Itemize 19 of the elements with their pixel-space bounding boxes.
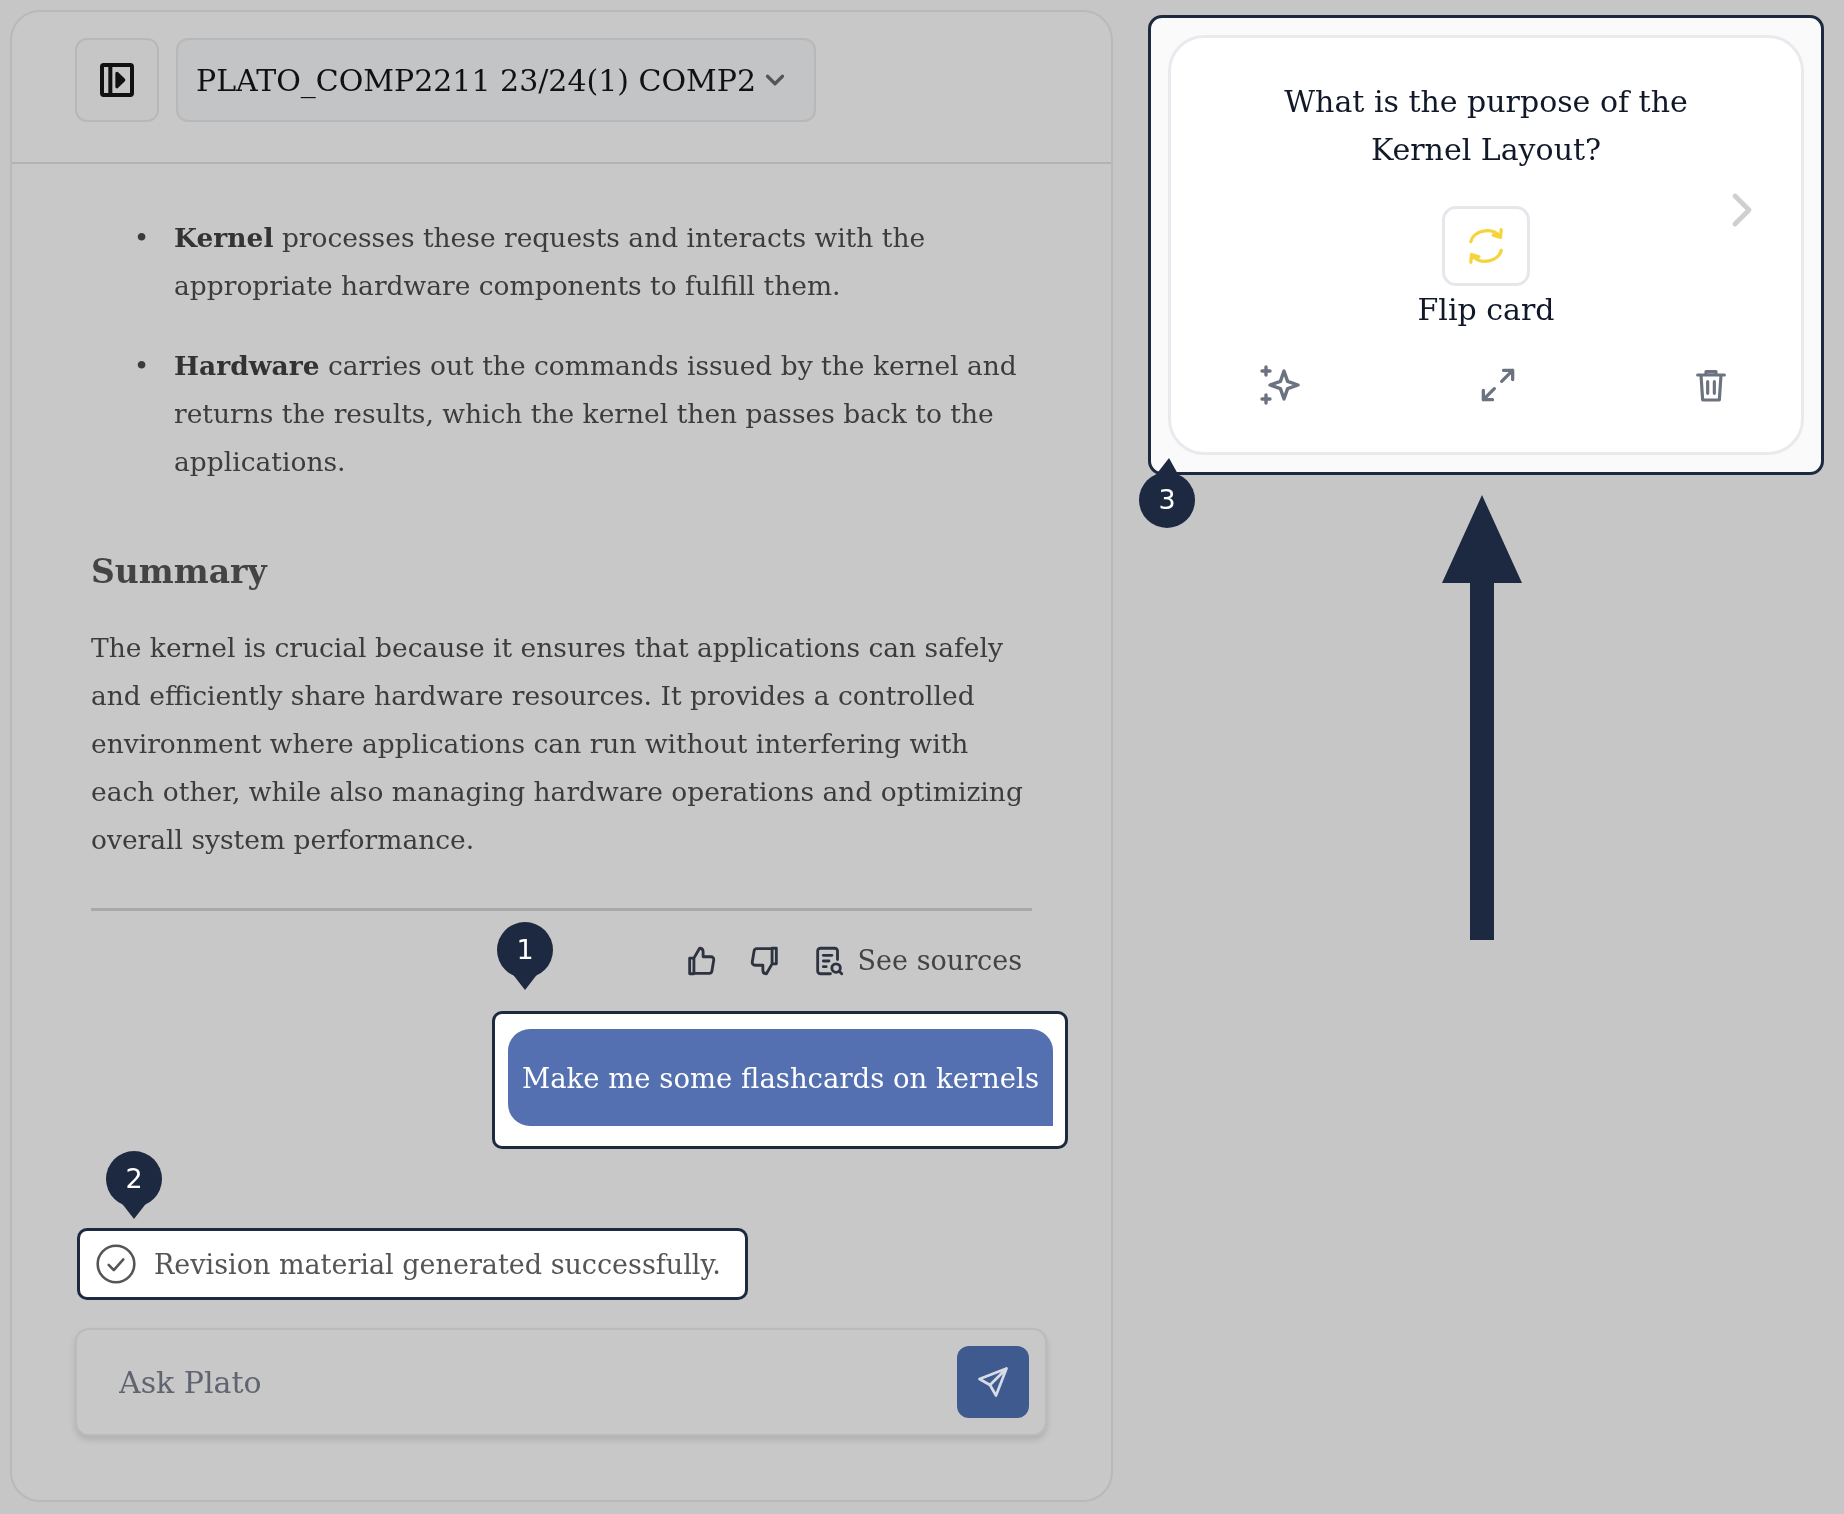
- composer-bar[interactable]: Ask Plato: [75, 1328, 1047, 1436]
- ask-input-field[interactable]: Ask Plato: [119, 1358, 957, 1406]
- send-button[interactable]: [957, 1346, 1029, 1418]
- flashcard-question: What is the purpose of the Kernel Layout?: [1283, 83, 1689, 169]
- user-message: Make me some flashcards on kernels: [508, 1029, 1053, 1126]
- course-dropdown[interactable]: PLATO_COMP2211 23/24(1) COMP2: [176, 38, 816, 122]
- summary-paragraph: The kernel is crucial because it ensures that applications can safely and efficiently share hardware resources. It provides a controlled environment where applications can run without interfering with each other, while also managing hardware operations and optimizing overall system performance.: [91, 631, 1024, 857]
- check-circle-icon: [94, 1242, 138, 1286]
- toast-message: Revision material generated successfully.: [154, 1248, 721, 1280]
- bullet-item: Hardware carries out the commands issued by the kernel and returns the results, which the kernel then passes back to the applications.: [174, 349, 1018, 479]
- bullet-mark: •: [132, 221, 151, 255]
- bullet-mark: •: [132, 349, 151, 383]
- send-icon: [975, 1364, 1011, 1400]
- sidebar-icon: [97, 60, 137, 100]
- see-sources-link[interactable]: See sources: [811, 937, 1022, 985]
- flip-card-label: Flip card: [1417, 292, 1555, 327]
- sidebar-toggle-button[interactable]: [75, 38, 159, 122]
- bullet-item: Kernel processes these requests and interacts with the appropriate hardware components to fulfill them.: [174, 221, 927, 303]
- summary-heading: Summary: [91, 551, 269, 593]
